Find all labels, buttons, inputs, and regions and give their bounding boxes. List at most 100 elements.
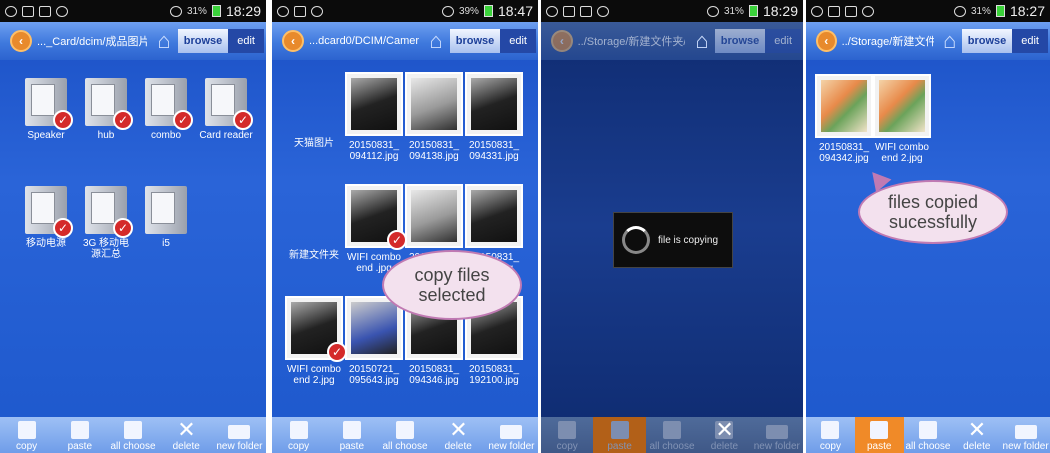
copy-button[interactable]: copy xyxy=(541,417,593,453)
shield-icon xyxy=(597,5,609,17)
delete-button[interactable]: ✕ delete xyxy=(698,417,750,453)
folder-spacer xyxy=(284,184,344,250)
folder-item[interactable]: 天猫图片 xyxy=(284,72,344,149)
copy-label: copy xyxy=(288,441,310,452)
spinner-icon xyxy=(622,226,650,254)
new-folder-button[interactable]: new folder xyxy=(485,417,538,453)
battery-icon xyxy=(483,5,493,17)
paste-button[interactable]: paste xyxy=(593,417,646,453)
edit-button[interactable]: edit xyxy=(228,29,264,53)
browse-button[interactable]: browse xyxy=(714,29,766,53)
home-icon[interactable]: ⌂ xyxy=(689,29,714,53)
battery-icon xyxy=(995,5,1005,17)
photo xyxy=(351,78,397,130)
delete-button[interactable]: ✕ delete xyxy=(432,417,485,453)
paste-button[interactable]: paste xyxy=(854,417,904,453)
photo xyxy=(471,190,517,242)
all-choose-button[interactable]: all choose xyxy=(904,417,953,453)
bottom-bar: copy paste all choose ✕ delete new folder xyxy=(541,417,803,453)
delete-label: delete xyxy=(172,441,200,452)
file-name: 20150831_ 094331.jpg xyxy=(468,140,520,162)
signal-icon: 31% xyxy=(970,5,991,17)
delete-icon: ✕ xyxy=(715,417,734,442)
paste-icon xyxy=(870,421,889,439)
back-button[interactable]: ‹ xyxy=(282,30,304,52)
clock: 18:27 xyxy=(1009,3,1045,19)
home-icon[interactable]: ⌂ xyxy=(938,29,962,53)
file-name: 20150721_ 095643.jpg xyxy=(348,364,400,386)
folder-item[interactable]: ✓ Card reader xyxy=(196,78,256,141)
all-choose-label: all choose xyxy=(649,441,695,452)
copy-button[interactable]: copy xyxy=(272,417,325,453)
browse-button[interactable]: browse xyxy=(177,29,229,53)
home-icon[interactable]: ⌂ xyxy=(151,29,177,53)
shield-icon xyxy=(56,5,68,17)
path-label: ..._Card/dcim/成品图片/ xyxy=(37,36,147,48)
progress-text: file is copying xyxy=(658,234,719,246)
copy-button[interactable]: copy xyxy=(0,417,53,453)
all-choose-button[interactable]: all choose xyxy=(646,417,698,453)
image-item[interactable]: 20150831_ 094342.jpg xyxy=(814,74,874,164)
callout-text: copy files selected xyxy=(414,265,490,305)
copy-label: copy xyxy=(819,441,841,452)
browse-button[interactable]: browse xyxy=(961,29,1013,53)
edit-button[interactable]: edit xyxy=(765,29,802,53)
file-name: 20150831_ 094138.jpg xyxy=(408,140,460,162)
home-icon[interactable]: ⌂ xyxy=(423,29,449,53)
image-item[interactable]: 20150831_ 094138.jpg xyxy=(404,72,464,162)
folder-item[interactable]: ✓ 3G 移动电 源汇总 xyxy=(76,186,136,260)
browse-button[interactable]: browse xyxy=(449,29,501,53)
edit-button[interactable]: edit xyxy=(1012,29,1048,53)
phone-screen-3: 31% 18:29 ‹ ../Storage/新建文件夹/ ⌂ browse ed… xyxy=(541,0,803,453)
image-thumbnail xyxy=(405,184,463,248)
back-button[interactable]: ‹ xyxy=(551,30,573,52)
folder-icon: ✓ xyxy=(85,186,133,238)
paste-icon xyxy=(70,421,89,439)
signal-icon: 31% xyxy=(723,5,744,17)
image-icon xyxy=(828,5,840,17)
copy-button[interactable]: copy xyxy=(806,417,855,453)
new-folder-button[interactable]: new folder xyxy=(1001,417,1050,453)
folder-item[interactable]: ✓ 移动电源 xyxy=(16,186,76,249)
folder-icon xyxy=(765,425,788,439)
battery-icon xyxy=(211,5,221,17)
check-icon: ✓ xyxy=(113,110,133,130)
new-folder-button[interactable]: new folder xyxy=(213,417,266,453)
back-button[interactable]: ‹ xyxy=(10,30,32,52)
folder-item[interactable]: ✓ hub xyxy=(76,78,136,141)
image-item[interactable]: WIFI combo end 2.jpg xyxy=(872,74,932,164)
copy-icon xyxy=(17,421,36,439)
delete-button[interactable]: ✕ delete xyxy=(160,417,213,453)
delete-icon: ✕ xyxy=(967,417,987,442)
delete-button[interactable]: ✕ delete xyxy=(952,417,1001,453)
all-choose-label: all choose xyxy=(905,441,951,452)
clock: 18:29 xyxy=(762,3,798,19)
toolbar: ‹ ..._Card/dcim/成品图片/ ⌂ browse edit xyxy=(0,22,266,60)
edit-button[interactable]: edit xyxy=(500,29,536,53)
file-name: 移动电源 xyxy=(26,238,66,249)
alarm-icon xyxy=(953,5,966,17)
image-item[interactable]: ✓ WIFI combo end 2.jpg xyxy=(284,296,347,386)
image-item[interactable]: ✓ WIFI combo end .jpg xyxy=(344,184,407,274)
callout-bubble: copy files selected xyxy=(382,250,522,320)
image-item[interactable]: 20150831_ 094331.jpg xyxy=(464,72,524,162)
paste-button[interactable]: paste xyxy=(53,417,106,453)
delete-label: delete xyxy=(963,441,991,452)
battery-icon xyxy=(748,5,758,17)
image-item[interactable]: 20150721_ 095643.jpg xyxy=(344,296,404,386)
all-choose-label: all choose xyxy=(382,441,428,452)
folder-item[interactable]: ✓ Speaker xyxy=(16,78,76,141)
folder-item[interactable]: ✓ combo xyxy=(136,78,196,141)
lock-icon xyxy=(845,5,857,17)
image-item[interactable]: 20150831_ 094112.jpg xyxy=(344,72,404,162)
new-folder-button[interactable]: new folder xyxy=(751,417,803,453)
paste-button[interactable]: paste xyxy=(325,417,378,453)
all-choose-button[interactable]: all choose xyxy=(378,417,431,453)
all-choose-button[interactable]: all choose xyxy=(106,417,159,453)
paste-label: paste xyxy=(607,441,632,452)
folder-item[interactable]: 新建文件夹 xyxy=(284,184,344,261)
folder-item[interactable]: i5 xyxy=(136,186,196,249)
bottom-bar: copy paste all choose ✕ delete new folder xyxy=(0,417,266,453)
back-button[interactable]: ‹ xyxy=(816,30,837,52)
check-icon: ✓ xyxy=(53,218,73,238)
